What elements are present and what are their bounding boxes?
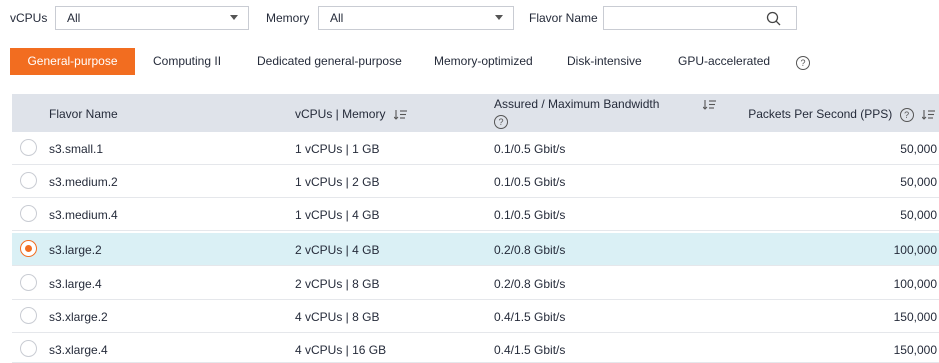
- header-bandwidth-sort[interactable]: [698, 97, 716, 111]
- radio-icon[interactable]: [20, 307, 37, 324]
- radio-icon[interactable]: [20, 274, 37, 291]
- tab-gpu-accelerated[interactable]: GPU-accelerated: [678, 48, 770, 75]
- row-flavor-name: s3.large.2: [49, 243, 102, 257]
- radio-icon[interactable]: [20, 205, 37, 222]
- row-vcpus-memory: 4 vCPUs | 8 GB: [295, 310, 380, 324]
- row-bandwidth: 0.4/1.5 Gbit/s: [494, 343, 566, 357]
- row-bandwidth: 0.2/0.8 Gbit/s: [494, 277, 566, 291]
- help-icon: ?: [796, 56, 810, 70]
- row-pps: 50,000: [900, 208, 937, 222]
- header-vcpus-memory[interactable]: vCPUs | Memory: [295, 107, 407, 121]
- table-header: Flavor Name vCPUs | Memory Assured / Max…: [12, 94, 939, 132]
- row-vcpus-memory: 1 vCPUs | 1 GB: [295, 142, 380, 156]
- table-row[interactable]: s3.xlarge.2 4 vCPUs | 8 GB 0.4/1.5 Gbit/…: [12, 300, 939, 333]
- radio-icon[interactable]: [20, 340, 37, 357]
- tab-dedicated-general-purpose[interactable]: Dedicated general-purpose: [257, 48, 402, 75]
- table-row[interactable]: s3.medium.2 1 vCPUs | 2 GB 0.1/0.5 Gbit/…: [12, 165, 939, 198]
- table-row[interactable]: s3.xlarge.4 4 vCPUs | 16 GB 0.4/1.5 Gbit…: [12, 333, 939, 363]
- tab-memory-optimized[interactable]: Memory-optimized: [434, 48, 533, 75]
- tab-general-purpose[interactable]: General-purpose: [10, 48, 135, 75]
- tab-computing-ii[interactable]: Computing II: [153, 48, 221, 75]
- row-vcpus-memory: 2 vCPUs | 4 GB: [295, 243, 380, 257]
- header-pps-label: Packets Per Second (PPS): [748, 107, 893, 121]
- row-bandwidth: 0.1/0.5 Gbit/s: [494, 175, 566, 189]
- table-row[interactable]: s3.small.1 1 vCPUs | 1 GB 0.1/0.5 Gbit/s…: [12, 132, 939, 165]
- row-vcpus-memory: 2 vCPUs | 8 GB: [295, 277, 380, 291]
- header-flavor-name: Flavor Name: [49, 107, 118, 121]
- row-vcpus-memory: 1 vCPUs | 4 GB: [295, 208, 380, 222]
- radio-icon[interactable]: [20, 240, 37, 257]
- radio-icon[interactable]: [20, 139, 37, 156]
- row-flavor-name: s3.large.4: [49, 277, 102, 291]
- memory-filter-label: Memory: [266, 11, 310, 25]
- sort-icon[interactable]: [393, 109, 407, 121]
- table-row[interactable]: s3.large.4 2 vCPUs | 8 GB 0.2/0.8 Gbit/s…: [12, 267, 939, 300]
- row-pps: 100,000: [893, 243, 937, 257]
- header-pps[interactable]: Packets Per Second (PPS) ?: [748, 107, 935, 122]
- row-flavor-name: s3.medium.2: [49, 175, 118, 189]
- row-flavor-name: s3.xlarge.2: [49, 310, 108, 324]
- flavor-name-search-input[interactable]: [603, 6, 797, 30]
- row-pps: 100,000: [893, 277, 937, 291]
- row-flavor-name: s3.small.1: [49, 142, 104, 156]
- memory-select[interactable]: All: [318, 6, 514, 30]
- table-row-selected[interactable]: s3.large.2 2 vCPUs | 4 GB 0.2/0.8 Gbit/s…: [12, 233, 939, 266]
- row-bandwidth: 0.1/0.5 Gbit/s: [494, 142, 566, 156]
- row-flavor-name: s3.xlarge.4: [49, 343, 108, 357]
- header-vcpus-memory-label: vCPUs | Memory: [295, 107, 386, 121]
- header-bandwidth-label: Assured / Maximum Bandwidth: [494, 97, 660, 111]
- row-bandwidth: 0.2/0.8 Gbit/s: [494, 243, 566, 257]
- header-bandwidth-help[interactable]: ?: [494, 114, 508, 129]
- search-icon[interactable]: [766, 11, 782, 27]
- memory-select-value: All: [330, 11, 344, 25]
- row-bandwidth: 0.1/0.5 Gbit/s: [494, 208, 566, 222]
- row-bandwidth: 0.4/1.5 Gbit/s: [494, 310, 566, 324]
- sort-icon[interactable]: [922, 109, 935, 121]
- vcpus-filter-label: vCPUs: [10, 11, 48, 25]
- radio-icon[interactable]: [20, 172, 37, 189]
- sort-icon[interactable]: [703, 99, 716, 111]
- chevron-down-icon: [230, 15, 238, 20]
- row-vcpus-memory: 1 vCPUs | 2 GB: [295, 175, 380, 189]
- row-pps: 50,000: [900, 175, 937, 189]
- vcpus-select[interactable]: All: [55, 6, 249, 30]
- row-flavor-name: s3.medium.4: [49, 208, 118, 222]
- flavor-name-filter-label: Flavor Name: [529, 11, 598, 25]
- tabs-help-icon[interactable]: ?: [796, 55, 810, 70]
- row-pps: 150,000: [893, 343, 937, 357]
- row-vcpus-memory: 4 vCPUs | 16 GB: [295, 343, 387, 357]
- row-pps: 50,000: [900, 142, 937, 156]
- chevron-down-icon: [495, 15, 503, 20]
- help-icon: ?: [494, 115, 508, 129]
- help-icon[interactable]: ?: [899, 107, 914, 122]
- table-row[interactable]: s3.medium.4 1 vCPUs | 4 GB 0.1/0.5 Gbit/…: [12, 198, 939, 231]
- row-pps: 150,000: [893, 310, 937, 324]
- tab-disk-intensive[interactable]: Disk-intensive: [567, 48, 642, 75]
- vcpus-select-value: All: [67, 11, 81, 25]
